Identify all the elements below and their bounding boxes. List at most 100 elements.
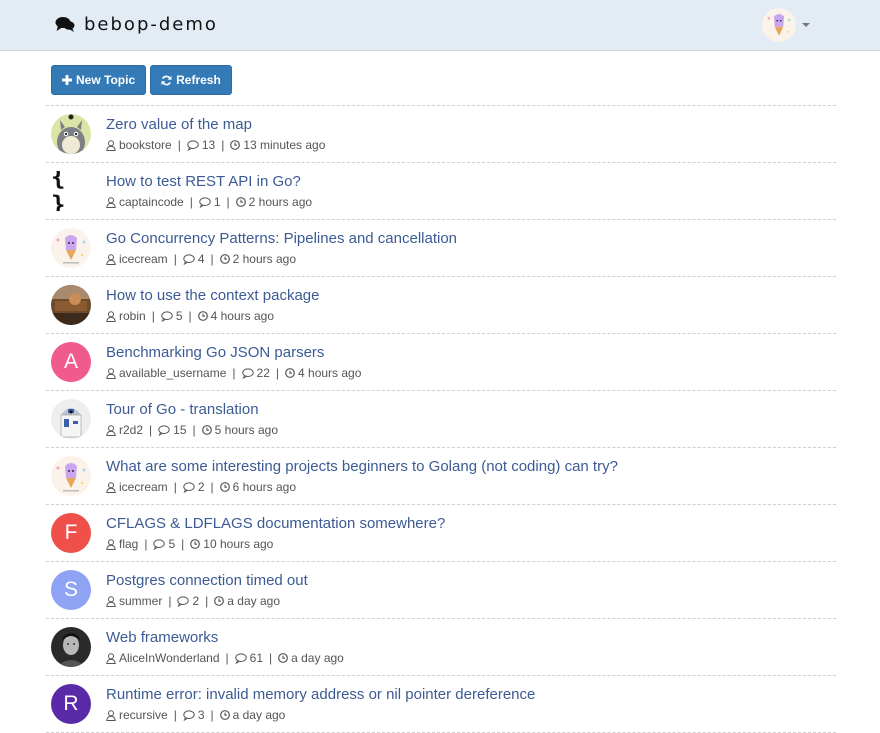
clock-icon xyxy=(235,197,246,207)
user-icon xyxy=(106,310,116,322)
topic-row: R Runtime error: invalid memory address o… xyxy=(46,676,836,733)
clock-icon xyxy=(219,482,230,492)
topic-author[interactable]: captaincode xyxy=(119,195,184,209)
topic-title-link[interactable]: Runtime error: invalid memory address or… xyxy=(106,686,535,703)
meta-separator: | xyxy=(210,708,214,722)
avatar[interactable] xyxy=(51,456,91,496)
topic-comment-count: 15 xyxy=(173,423,187,437)
topic-time: a day ago xyxy=(232,708,286,722)
toolbar: New Topic Refresh xyxy=(51,65,232,95)
topic-author[interactable]: r2d2 xyxy=(119,423,143,437)
topic-author[interactable]: bookstore xyxy=(119,138,172,152)
meta-separator: | xyxy=(149,423,153,437)
user-icon xyxy=(106,253,116,265)
clock-icon xyxy=(219,254,230,264)
topic-meta: icecream | 4 | 2 hours ago xyxy=(106,252,296,266)
caret-down-icon[interactable] xyxy=(802,23,810,27)
comment-icon xyxy=(158,424,170,436)
brand-title[interactable]: bebop-demo xyxy=(84,14,218,35)
meta-separator: | xyxy=(177,138,181,152)
topic-title-link[interactable]: CFLAGS & LDFLAGS documentation somewhere… xyxy=(106,515,445,532)
topic-author[interactable]: robin xyxy=(119,309,146,323)
avatar[interactable] xyxy=(51,228,91,268)
topic-title-link[interactable]: What are some interesting projects begin… xyxy=(106,458,618,475)
topic-comment-count: 13 xyxy=(201,138,216,152)
topic-author[interactable]: icecream xyxy=(119,480,168,494)
meta-separator: | xyxy=(151,309,155,323)
avatar[interactable]: R xyxy=(51,684,91,724)
topic-author[interactable]: available_username xyxy=(119,366,226,380)
meta-separator: | xyxy=(144,537,148,551)
meta-separator: | xyxy=(221,138,225,152)
topic-meta: robin | 5 | 4 hours ago xyxy=(106,309,274,323)
clock-icon xyxy=(214,596,225,606)
new-topic-button[interactable]: New Topic xyxy=(51,65,147,95)
clock-icon xyxy=(197,311,208,321)
meta-separator: | xyxy=(232,366,236,380)
topic-row: A Benchmarking Go JSON parsers available_u… xyxy=(46,334,836,391)
avatar[interactable] xyxy=(51,627,91,667)
topic-time: 2 hours ago xyxy=(232,252,297,266)
topic-author[interactable]: flag xyxy=(119,537,138,551)
clock-icon xyxy=(278,653,289,663)
refresh-button[interactable]: Refresh xyxy=(150,65,232,95)
plus-icon xyxy=(62,75,72,85)
brand[interactable]: bebop-demo xyxy=(55,14,218,35)
topic-row: S Postgres connection timed out summer | 2 | a… xyxy=(46,562,836,619)
clock-icon xyxy=(190,539,201,549)
user-icon xyxy=(106,424,116,436)
topic-time: 13 minutes ago xyxy=(243,138,326,152)
avatar[interactable] xyxy=(51,399,91,439)
meta-separator: | xyxy=(173,480,177,494)
topic-title-link[interactable]: Go Concurrency Patterns: Pipelines and c… xyxy=(106,230,457,247)
topic-time: 6 hours ago xyxy=(232,480,297,494)
avatar[interactable]: S xyxy=(51,570,91,610)
topic-author[interactable]: recursive xyxy=(119,708,168,722)
meta-separator: | xyxy=(226,195,230,209)
topic-title-link[interactable]: How to test REST API in Go? xyxy=(106,173,301,190)
topic-author[interactable]: AliceInWonderland xyxy=(119,651,220,665)
topic-meta: captaincode | 1 | 2 hours ago xyxy=(106,195,312,209)
meta-separator: | xyxy=(173,252,177,266)
topic-author[interactable]: icecream xyxy=(119,252,168,266)
topic-row: Web frameworks AliceInWonderland | 61 | a day… xyxy=(46,619,836,676)
topic-title-link[interactable]: Web frameworks xyxy=(106,629,218,646)
meta-separator: | xyxy=(192,423,196,437)
meta-separator: | xyxy=(188,309,192,323)
topic-title-link[interactable]: Postgres connection timed out xyxy=(106,572,308,589)
topic-title-link[interactable]: Zero value of the map xyxy=(106,116,252,133)
topic-comment-count: 5 xyxy=(168,537,176,551)
clock-icon xyxy=(285,368,295,378)
topic-author[interactable]: summer xyxy=(119,594,162,608)
avatar[interactable] xyxy=(51,114,91,154)
topic-row: Go Concurrency Patterns: Pipelines and c… xyxy=(46,220,836,277)
comment-icon xyxy=(183,709,195,721)
avatar[interactable] xyxy=(51,285,91,325)
comment-icon xyxy=(241,367,254,379)
clock-icon xyxy=(201,425,212,435)
topic-meta: flag | 5 | 10 hours ago xyxy=(106,537,273,551)
topic-time: 5 hours ago xyxy=(214,423,279,437)
topic-title-link[interactable]: How to use the context package xyxy=(106,287,319,304)
topic-title-link[interactable]: Benchmarking Go JSON parsers xyxy=(106,344,324,361)
user-avatar[interactable] xyxy=(762,8,796,42)
user-icon xyxy=(106,481,116,493)
user-menu[interactable] xyxy=(762,8,810,42)
topic-comment-count: 3 xyxy=(197,708,205,722)
avatar[interactable]: A xyxy=(51,342,91,382)
meta-separator: | xyxy=(210,480,214,494)
topic-title-link[interactable]: Tour of Go - translation xyxy=(106,401,259,418)
topic-time: a day ago xyxy=(291,651,344,665)
topic-list: Zero value of the map bookstore | 13 | 13 min… xyxy=(46,105,836,733)
topic-row: What are some interesting projects begin… xyxy=(46,448,836,505)
comment-icon xyxy=(234,652,247,664)
topic-comment-count: 61 xyxy=(249,651,263,665)
user-icon xyxy=(106,139,116,151)
clock-icon xyxy=(230,140,241,150)
topic-time: 4 hours ago xyxy=(298,366,362,380)
avatar[interactable]: F xyxy=(51,513,91,553)
meta-separator: | xyxy=(205,594,209,608)
comment-icon xyxy=(177,595,190,607)
topic-meta: r2d2 | 15 | 5 hours ago xyxy=(106,423,278,437)
avatar[interactable]: { } xyxy=(51,171,91,211)
